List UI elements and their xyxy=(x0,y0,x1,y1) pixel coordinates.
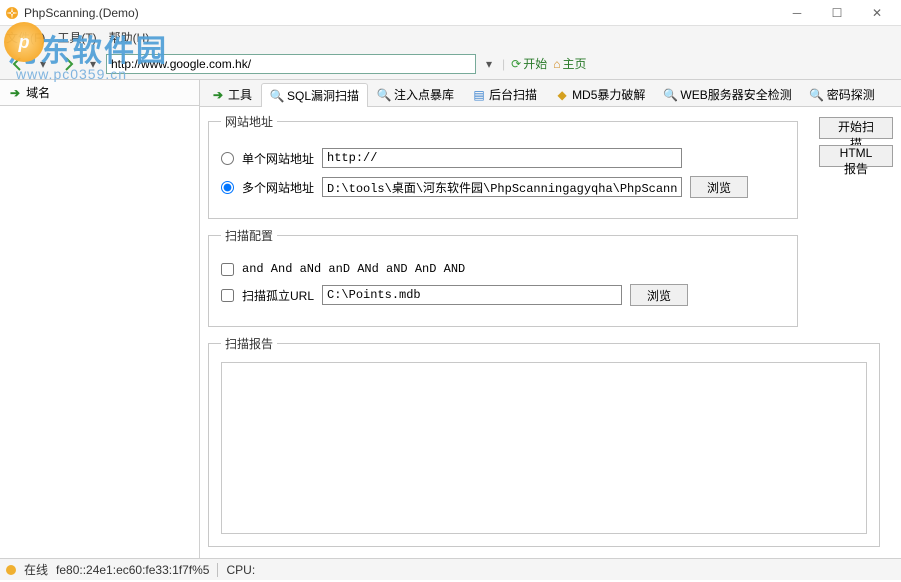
single-site-radio[interactable] xyxy=(221,152,234,165)
maximize-button[interactable]: ☐ xyxy=(817,1,857,25)
html-report-button[interactable]: HTML报告 xyxy=(819,145,893,167)
status-cpu-label: CPU: xyxy=(226,563,255,577)
status-dot-icon xyxy=(6,565,16,575)
orphan-browse-button[interactable]: 浏览 xyxy=(630,284,688,306)
search-icon: 🔍 xyxy=(663,88,677,102)
status-online: 在线 xyxy=(24,561,48,578)
and-variants-checkbox[interactable] xyxy=(221,263,234,276)
multi-site-browse-button[interactable]: 浏览 xyxy=(690,176,748,198)
scan-config-legend: 扫描配置 xyxy=(221,227,277,244)
tabstrip: ➔工具 🔍SQL漏洞扫描 🔍注入点暴库 ▤后台扫描 ◆MD5暴力破解 🔍WEB服… xyxy=(200,80,901,107)
start-scan-button[interactable]: 开始扫描 xyxy=(819,117,893,139)
multi-site-radio[interactable] xyxy=(221,181,234,194)
search-icon: 🔍 xyxy=(270,89,284,103)
refresh-icon: ⟳ xyxy=(511,57,521,71)
minimize-button[interactable]: ─ xyxy=(777,1,817,25)
tab-pwd-probe[interactable]: 🔍密码探测 xyxy=(801,82,884,106)
state-label: State: xyxy=(210,557,280,558)
tab-sql-scan[interactable]: 🔍SQL漏洞扫描 xyxy=(261,83,368,107)
arrow-right-icon: ➔ xyxy=(211,88,225,102)
nav-forward-button[interactable] xyxy=(56,52,80,76)
home-button[interactable]: ⌂ 主页 xyxy=(553,55,586,72)
tab-md5-crack[interactable]: ◆MD5暴力破解 xyxy=(546,82,654,106)
status-ip: fe80::24e1:ec60:fe33:1f7f%5 xyxy=(56,563,209,577)
tab-inject-db[interactable]: 🔍注入点暴库 xyxy=(368,82,463,106)
close-button[interactable]: ✕ xyxy=(857,1,897,25)
tab-domain-label: 域名 xyxy=(26,84,50,101)
url-dropdown[interactable]: ▾ xyxy=(482,57,496,71)
statusbar: 在线 fe80::24e1:ec60:fe33:1f7f%5 CPU: xyxy=(0,558,901,580)
menu-tools[interactable]: 工具(T) xyxy=(57,29,96,46)
menu-help[interactable]: 帮助(H) xyxy=(109,29,150,46)
home-icon: ⌂ xyxy=(553,57,560,71)
nav-forward-dropdown[interactable]: ▾ xyxy=(86,57,100,71)
url-input[interactable] xyxy=(106,54,476,74)
site-address-legend: 网站地址 xyxy=(221,113,277,130)
nav-back-dropdown[interactable]: ▾ xyxy=(36,57,50,71)
nav-back-button[interactable] xyxy=(6,52,30,76)
domain-list[interactable] xyxy=(0,106,199,558)
site-address-group: 网站地址 单个网站地址 多个网站地址 浏览 xyxy=(208,113,798,219)
and-variants-label: and And aNd anD ANd aND AnD AND xyxy=(242,262,465,276)
timeused-label: TimeUsed: xyxy=(793,557,851,558)
menu-file[interactable]: 文件(F) xyxy=(6,29,45,46)
orphan-url-checkbox[interactable] xyxy=(221,289,234,302)
tab-web-server[interactable]: 🔍WEB服务器安全检测 xyxy=(654,82,800,106)
single-site-input[interactable] xyxy=(322,148,682,168)
box-icon: ◆ xyxy=(555,88,569,102)
content-area: 开始扫描 HTML报告 网站地址 单个网站地址 多个网站地址 浏览 扫描 xyxy=(200,107,901,558)
arrow-right-icon: ➔ xyxy=(10,86,20,100)
scan-report-output[interactable] xyxy=(221,362,867,534)
titlebar: PhpScanning.(Demo) ─ ☐ ✕ xyxy=(0,0,901,26)
window-title: PhpScanning.(Demo) xyxy=(24,6,777,20)
start-button[interactable]: ⟳ 开始 xyxy=(511,55,547,72)
scan-config-group: 扫描配置 and And aNd anD ANd aND AnD AND 扫描孤… xyxy=(208,227,798,327)
scan-report-group: 扫描报告 xyxy=(208,335,880,547)
state-row: State: TimeUsed: xyxy=(208,555,893,558)
toolbar: ▾ ▾ ▾ | ⟳ 开始 ⌂ 主页 xyxy=(0,48,901,80)
app-icon xyxy=(4,5,20,21)
left-panel: ➔ 域名 xyxy=(0,80,200,558)
multi-site-input[interactable] xyxy=(322,177,682,197)
search-icon: 🔍 xyxy=(810,88,824,102)
page-icon: ▤ xyxy=(472,88,486,102)
tab-backend-scan[interactable]: ▤后台扫描 xyxy=(463,82,546,106)
scan-report-legend: 扫描报告 xyxy=(221,335,277,352)
tab-domain[interactable]: ➔ 域名 xyxy=(0,80,199,106)
orphan-url-input[interactable] xyxy=(322,285,622,305)
orphan-url-label: 扫描孤立URL xyxy=(242,287,314,304)
single-site-label: 单个网站地址 xyxy=(242,150,314,167)
menubar: 文件(F) 工具(T) 帮助(H) xyxy=(0,26,901,48)
tab-tools[interactable]: ➔工具 xyxy=(202,82,261,106)
search-icon: 🔍 xyxy=(377,88,391,102)
multi-site-label: 多个网站地址 xyxy=(242,179,314,196)
